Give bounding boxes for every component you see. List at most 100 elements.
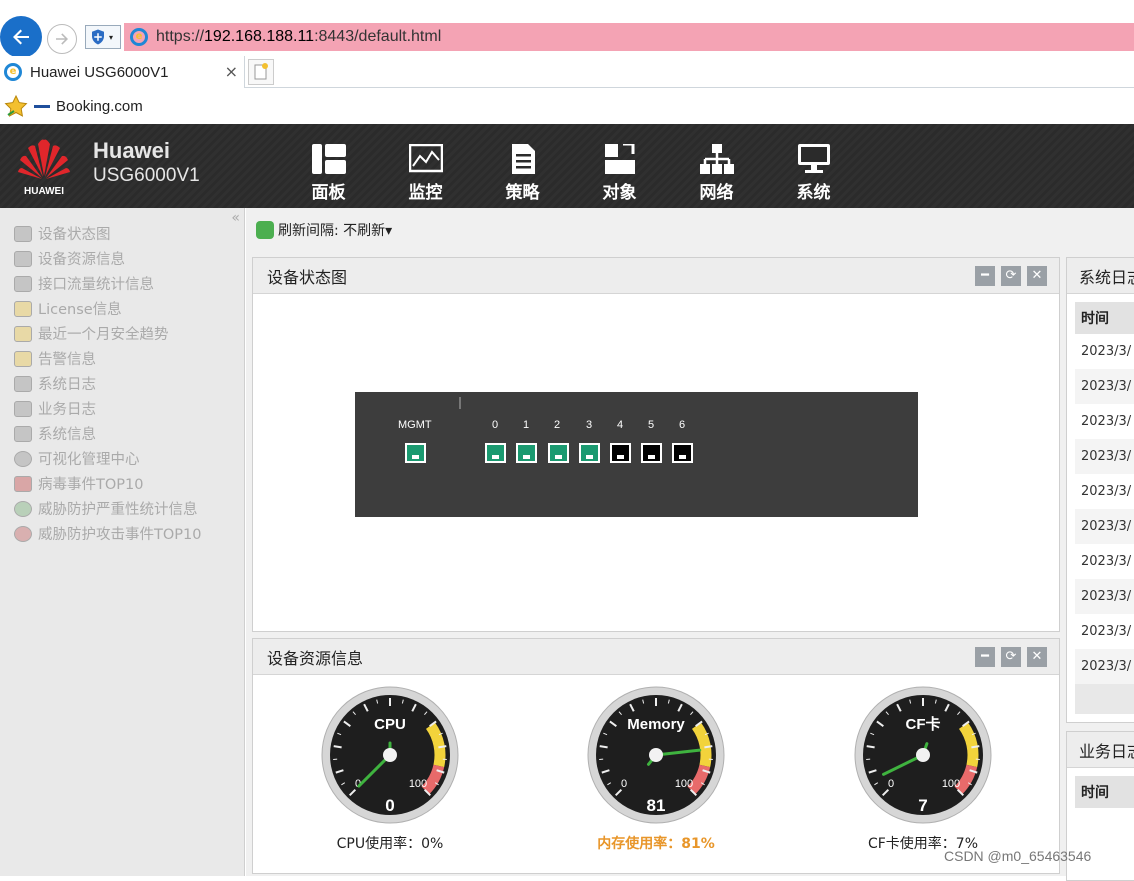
nav-dashboard[interactable]: 面板	[280, 124, 377, 208]
table-row[interactable]: 2023/3/	[1075, 614, 1134, 649]
close-icon[interactable]: ✕	[1027, 266, 1047, 286]
port-0[interactable]	[485, 443, 506, 463]
sidebar-item-device-status[interactable]: 设备状态图	[14, 221, 201, 246]
sidebar-item-visual-center[interactable]: 可视化管理中心	[14, 446, 201, 471]
port-1[interactable]	[516, 443, 537, 463]
table-row[interactable]: 2023/3/	[1075, 439, 1134, 474]
nav-system[interactable]: 系统	[765, 124, 862, 208]
port-6[interactable]	[672, 443, 693, 463]
security-shield-button[interactable]: ▾	[85, 25, 121, 49]
gauge-tick	[334, 746, 342, 747]
panel-divider-mark	[459, 397, 461, 409]
favorites-star-icon[interactable]	[4, 95, 28, 117]
minimize-icon[interactable]: ━	[975, 266, 995, 286]
sidebar-item-label: 可视化管理中心	[38, 448, 140, 469]
nav-object[interactable]: 对象	[571, 124, 668, 208]
panel-controls: ━ ⟳ ✕	[975, 647, 1047, 667]
sidebar: « 设备状态图 设备资源信息 接口流量统计信息 License信息 最近一个月安…	[0, 208, 245, 876]
nav-label: 系统	[797, 178, 831, 203]
close-icon[interactable]: ×	[225, 62, 238, 81]
sidebar-item-service-log[interactable]: 业务日志	[14, 396, 201, 421]
traffic-chart-icon	[14, 276, 32, 292]
sidebar-item-threat-severity[interactable]: 威胁防护严重性统计信息	[14, 496, 201, 521]
back-button[interactable]	[0, 16, 42, 58]
port-2[interactable]	[548, 443, 569, 463]
port-4[interactable]	[610, 443, 631, 463]
log-column-header: 时间	[1075, 302, 1134, 334]
sidebar-item-interface-traffic[interactable]: 接口流量统计信息	[14, 271, 201, 296]
sidebar-item-virus-top10[interactable]: 病毒事件TOP10	[14, 471, 201, 496]
booking-favicon	[34, 105, 50, 108]
sidebar-item-label: 业务日志	[38, 398, 96, 419]
sidebar-item-alarms[interactable]: 告警信息	[14, 346, 201, 371]
panel-controls: ━ ⟳ ✕	[975, 266, 1047, 286]
panel-title: 设备资源信息	[267, 645, 363, 669]
nav-label: 面板	[312, 178, 346, 203]
sidebar-item-license[interactable]: License信息	[14, 296, 201, 321]
panel-device-resources: 设备资源信息 ━ ⟳ ✕ CPU01000 CPU使用率：0% Memory0100…	[252, 638, 1060, 874]
sidebar-item-label: 设备状态图	[38, 223, 111, 244]
device-icon	[14, 251, 32, 267]
nav-policy[interactable]: 策略	[474, 124, 571, 208]
url-input[interactable]: e https://192.168.188.11:8443/default.ht…	[124, 23, 1134, 51]
nav-monitor[interactable]: 监控	[377, 124, 474, 208]
panel-header: 设备状态图 ━ ⟳ ✕	[253, 258, 1059, 294]
port-label: 4	[617, 419, 623, 431]
nav-label: 网络	[700, 178, 734, 203]
table-row[interactable]: 2023/3/	[1075, 474, 1134, 509]
sidebar-item-security-trend[interactable]: 最近一个月安全趋势	[14, 321, 201, 346]
refresh-interval-dropdown[interactable]: 刷新间隔: 不刷新▾	[256, 220, 392, 240]
table-row[interactable]: 2023/3/	[1075, 579, 1134, 614]
arrow-left-icon	[9, 25, 33, 49]
refresh-icon[interactable]: ⟳	[1001, 266, 1021, 286]
sidebar-item-label: 接口流量统计信息	[38, 273, 154, 294]
table-row[interactable]: 2023/3/	[1075, 649, 1134, 684]
gauge-hub	[383, 748, 397, 762]
nav-network[interactable]: 网络	[668, 124, 765, 208]
close-icon[interactable]: ✕	[1027, 647, 1047, 667]
browser-tab-bar: e Huawei USG6000V1 ×	[0, 56, 1134, 88]
gauge-dial: CPU01000	[320, 685, 460, 825]
system-display-icon	[797, 144, 831, 174]
collapse-sidebar-icon[interactable]: «	[231, 210, 240, 226]
table-row[interactable]: 2023/3/	[1075, 334, 1134, 369]
sidebar-item-label: 病毒事件TOP10	[38, 473, 143, 494]
sidebar-item-system-info[interactable]: 系统信息	[14, 421, 201, 446]
minimize-icon[interactable]: ━	[975, 647, 995, 667]
sidebar-item-system-log[interactable]: 系统日志	[14, 371, 201, 396]
panel-system-log: 系统日志 时间 2023/3/ 2023/3/ 2023/3/ 2023/3/ …	[1066, 257, 1134, 723]
browser-tab[interactable]: e Huawei USG6000V1 ×	[0, 56, 245, 88]
sidebar-item-attack-top10[interactable]: 威胁防护攻击事件TOP10	[14, 521, 201, 546]
tab-title: Huawei USG6000V1	[30, 64, 168, 81]
sidebar-item-label: 威胁防护攻击事件TOP10	[38, 523, 201, 544]
table-row[interactable]: 2023/3/	[1075, 369, 1134, 404]
gauge-title: CF卡	[906, 715, 941, 733]
main-content: 刷新间隔: 不刷新▾ 设备状态图 ━ ⟳ ✕ MGMT 0 1 2 3 4 5 …	[246, 208, 1134, 876]
gauge-1: Memory010081内存使用率：81%	[586, 685, 726, 860]
ie-tab-icon: e	[4, 63, 22, 81]
sidebar-item-device-resources[interactable]: 设备资源信息	[14, 246, 201, 271]
port-5[interactable]	[641, 443, 662, 463]
dashboard-icon	[312, 144, 346, 174]
gauge-tick	[867, 746, 875, 747]
refresh-icon[interactable]: ⟳	[1001, 647, 1021, 667]
panel-title: 系统日志	[1079, 264, 1134, 288]
nav-label: 监控	[409, 178, 443, 203]
table-row[interactable]: 2023/3/	[1075, 509, 1134, 544]
huawei-logo: HUAWEI	[16, 136, 76, 198]
gauge-hub	[649, 748, 663, 762]
logo-text: HUAWEI	[16, 186, 72, 197]
mgmt-port[interactable]	[405, 443, 426, 463]
port-3[interactable]	[579, 443, 600, 463]
device-front-panel: MGMT 0 1 2 3 4 5 6	[355, 392, 918, 517]
gauge-caption: CPU使用率：0%	[270, 833, 510, 853]
table-row[interactable]: 2023/3/	[1075, 544, 1134, 579]
forward-button[interactable]	[47, 24, 77, 54]
panel-header: 业务日志	[1067, 732, 1134, 768]
log-icon	[14, 376, 32, 392]
gauge-title: Memory	[627, 716, 685, 733]
port-label: 5	[648, 419, 654, 431]
new-tab-button[interactable]	[248, 59, 274, 85]
table-row[interactable]: 2023/3/	[1075, 404, 1134, 439]
favorite-link-booking[interactable]: Booking.com	[56, 98, 143, 115]
